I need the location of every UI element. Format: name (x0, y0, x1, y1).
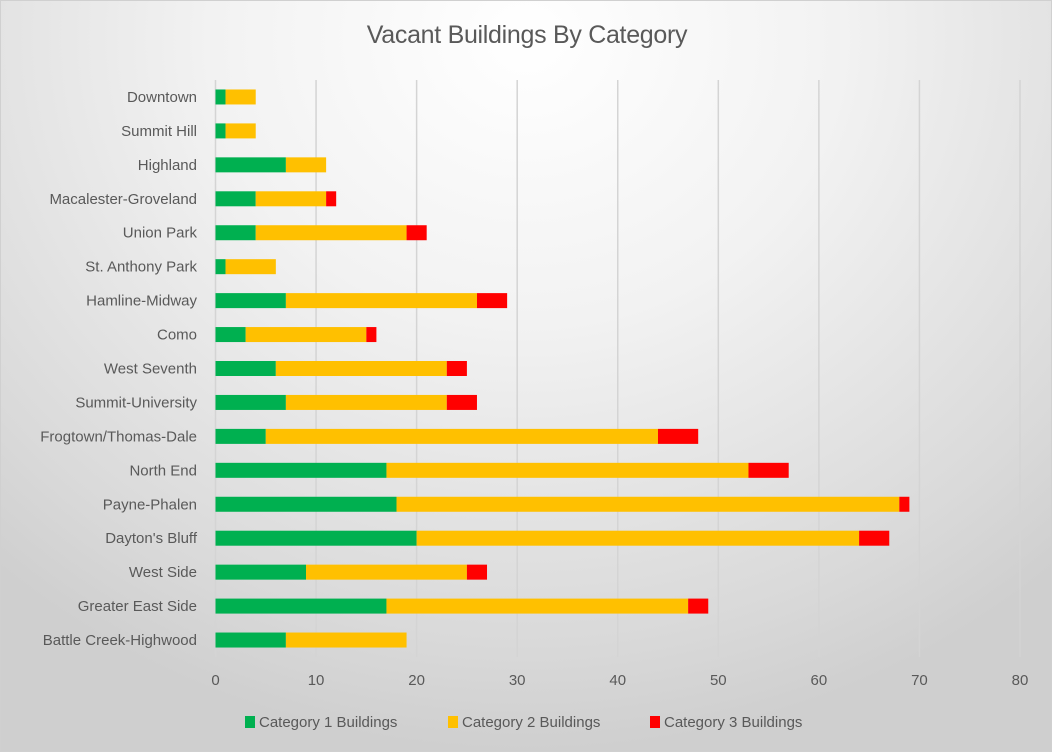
chart-area: Vacant Buildings By Category Downtown Sum… (0, 0, 1052, 752)
x-tick-label: 0 (211, 672, 219, 689)
bar-segment-category-2 (386, 462, 749, 478)
category-label: Downtown (127, 89, 197, 106)
bar-chart: Downtown Summit Hill Highland Macalester-Gr… (40, 80, 1028, 731)
x-tick-label: 30 (509, 672, 526, 689)
bar-segment-category-1 (215, 123, 226, 139)
bar-segment-category-2 (285, 293, 477, 309)
legend-label: Category 2 Buildings (462, 714, 600, 731)
bar-segment-category-3 (446, 394, 477, 410)
category-label: Summit-University (75, 394, 197, 411)
category-label: Summit Hill (121, 123, 197, 140)
category-label: Highland (138, 157, 197, 174)
x-tick-label: 50 (710, 672, 727, 689)
bar-segment-category-2 (285, 632, 407, 648)
bar-segment-category-1 (215, 462, 387, 478)
bar-segment-category-1 (215, 598, 387, 614)
bar-segment-category-1 (215, 632, 286, 648)
bar-segment-category-1 (215, 89, 226, 105)
bar-segment-category-1 (215, 225, 256, 241)
bar-segment-category-3 (446, 361, 467, 376)
bar-segment-category-2 (225, 89, 256, 105)
legend-swatch (448, 716, 458, 728)
x-tick-label: 80 (1012, 672, 1029, 689)
bar-segment-category-3 (406, 225, 427, 241)
category-label: Como (157, 327, 197, 344)
category-label: Dayton's Bluff (105, 530, 198, 547)
category-label: Greater East Side (78, 598, 197, 615)
bar-segment-category-2 (285, 157, 327, 173)
bar-segment-category-2 (265, 428, 658, 444)
bar-segment-category-3 (688, 598, 709, 614)
category-label: North End (129, 462, 197, 479)
legend-swatch (650, 716, 660, 728)
category-label: West Seventh (104, 361, 197, 378)
bar-segment-category-1 (215, 530, 417, 546)
bar-segment-category-2 (386, 598, 689, 614)
bar-segment-category-1 (215, 428, 266, 444)
bar-segment-category-1 (215, 327, 246, 343)
legend-swatch (245, 716, 255, 728)
legend-label: Category 1 Buildings (259, 714, 397, 731)
bar-segment-category-3 (466, 564, 488, 580)
bar-segment-category-2 (225, 259, 276, 275)
bar-segment-category-2 (416, 530, 860, 546)
bar-segment-category-2 (306, 564, 467, 580)
category-label: West Side (129, 564, 197, 581)
bar-segment-category-3 (899, 496, 910, 512)
bar-segment-category-1 (215, 564, 307, 580)
bar-segment-category-1 (215, 361, 276, 376)
bar-segment-category-2 (396, 496, 900, 512)
category-label: Battle Creek-Highwood (43, 632, 197, 649)
bar-segment-category-2 (255, 191, 327, 207)
bar-segment-category-3 (476, 293, 508, 309)
category-label: Macalester-Groveland (49, 191, 197, 208)
bar-segment-category-1 (215, 191, 256, 207)
bar-segment-category-1 (215, 259, 226, 275)
bar-segment-category-1 (215, 293, 286, 309)
bar-segment-category-2 (245, 327, 367, 343)
bar-segment-category-3 (748, 462, 789, 478)
bar-segment-category-1 (215, 496, 397, 512)
x-tick-label: 70 (911, 672, 928, 689)
bar-segment-category-3 (366, 327, 377, 343)
x-tick-label: 40 (609, 672, 626, 689)
x-tick-labels: 0 10 20 30 40 50 60 70 80 (211, 672, 1028, 689)
category-label: Frogtown/Thomas-Dale (40, 428, 197, 445)
bar-segment-category-3 (326, 191, 337, 207)
category-labels: Downtown Summit Hill Highland Macalester-Gr… (40, 89, 198, 649)
legend-item: Category 2 Buildings (448, 714, 600, 731)
bar-segment-category-2 (225, 123, 256, 139)
legend: Category 1 Buildings Category 2 Buildings… (245, 714, 802, 731)
legend-item: Category 1 Buildings (245, 714, 397, 731)
bar-segment-category-2 (285, 394, 447, 410)
bars (215, 89, 910, 648)
x-tick-label: 20 (408, 672, 425, 689)
x-tick-label: 60 (811, 672, 828, 689)
bar-segment-category-2 (275, 361, 447, 376)
bar-segment-category-3 (859, 530, 890, 546)
legend-item: Category 3 Buildings (650, 714, 802, 731)
bar-segment-category-1 (215, 157, 286, 173)
category-label: Hamline-Midway (86, 293, 197, 310)
bar-segment-category-3 (657, 428, 699, 444)
category-label: St. Anthony Park (85, 259, 197, 276)
bar-segment-category-1 (215, 394, 286, 410)
bar-segment-category-2 (255, 225, 407, 241)
category-label: Payne-Phalen (103, 496, 197, 513)
category-label: Union Park (123, 225, 198, 242)
x-tick-label: 10 (308, 672, 325, 689)
legend-label: Category 3 Buildings (664, 714, 802, 731)
